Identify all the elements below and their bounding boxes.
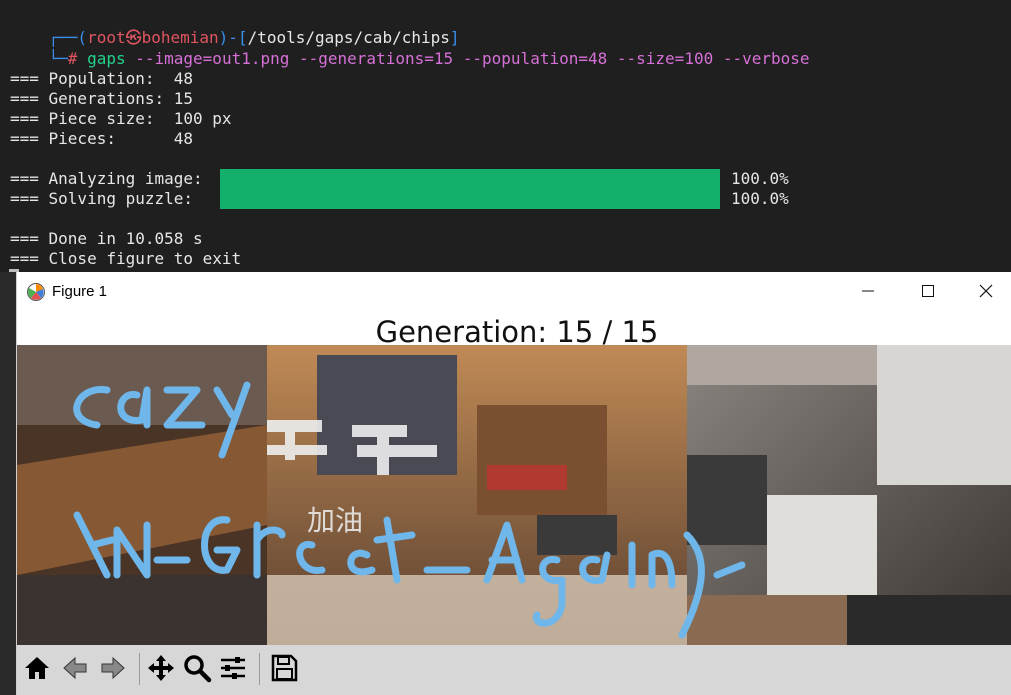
output-piece-size: === Piece size: 100 px bbox=[10, 109, 232, 128]
solving-percent: 100.0% bbox=[731, 189, 789, 208]
plot-title: Generation: 15 / 15 bbox=[375, 315, 659, 349]
figure-canvas[interactable]: Generation: 15 / 15 加油 bbox=[17, 310, 1011, 645]
figure-window-title: Figure 1 bbox=[52, 283, 108, 300]
home-icon bbox=[25, 657, 49, 679]
configure-subplots-icon bbox=[221, 657, 245, 679]
toolbar-separator bbox=[259, 653, 260, 685]
chinese-text-jiayou: 加油 bbox=[307, 504, 363, 537]
figure-titlebar[interactable]: Figure 1 bbox=[17, 272, 1011, 310]
matplotlib-icon bbox=[27, 283, 45, 301]
back-button[interactable] bbox=[58, 651, 92, 685]
close-button[interactable] bbox=[962, 272, 1010, 310]
forward-arrow-icon bbox=[101, 656, 125, 680]
save-icon bbox=[271, 654, 298, 682]
zoom-icon bbox=[184, 655, 212, 683]
output-generations: === Generations: 15 bbox=[10, 89, 194, 108]
pan-icon bbox=[148, 655, 174, 681]
background-strip bbox=[0, 272, 16, 695]
maximize-icon bbox=[922, 285, 934, 297]
terminal-window[interactable]: ┌──(root㉿bohemian)-[/tools/gaps/cab/chip… bbox=[0, 0, 1011, 300]
prompt-corner-bottom: └─ bbox=[48, 49, 68, 68]
toolbar-separator bbox=[139, 653, 140, 685]
minimize-button[interactable] bbox=[844, 272, 892, 310]
back-arrow-icon bbox=[63, 656, 87, 680]
output-pieces: === Pieces: 48 bbox=[10, 129, 194, 148]
home-button[interactable] bbox=[20, 651, 54, 685]
pan-button[interactable] bbox=[144, 651, 178, 685]
puzzle-image: 加油 bbox=[17, 345, 1011, 645]
save-button[interactable] bbox=[267, 651, 301, 685]
analyzing-progress-bar bbox=[220, 169, 720, 209]
prompt-hash: # bbox=[67, 49, 78, 68]
matplotlib-toolbar bbox=[17, 645, 1011, 695]
output-analyzing-label: === Analyzing image: bbox=[10, 169, 203, 188]
output-close: === Close figure to exit bbox=[10, 249, 242, 268]
zoom-button[interactable] bbox=[180, 651, 214, 685]
analyzing-percent: 100.0% bbox=[731, 169, 789, 188]
output-done: === Done in 10.058 s bbox=[10, 229, 203, 248]
command-args: --image=out1.png --generations=15 --popu… bbox=[125, 49, 810, 68]
command-name: gaps bbox=[87, 49, 126, 68]
output-population: === Population: 48 bbox=[10, 69, 194, 88]
minimize-icon bbox=[862, 290, 874, 292]
output-solving-label: === Solving puzzle: bbox=[10, 189, 194, 208]
figure-window[interactable]: Figure 1 Generation: 15 / 15 加油 bbox=[16, 272, 1011, 695]
maximize-button[interactable] bbox=[904, 272, 952, 310]
close-icon bbox=[979, 284, 993, 298]
configure-subplots-button[interactable] bbox=[216, 651, 250, 685]
forward-button[interactable] bbox=[96, 651, 130, 685]
